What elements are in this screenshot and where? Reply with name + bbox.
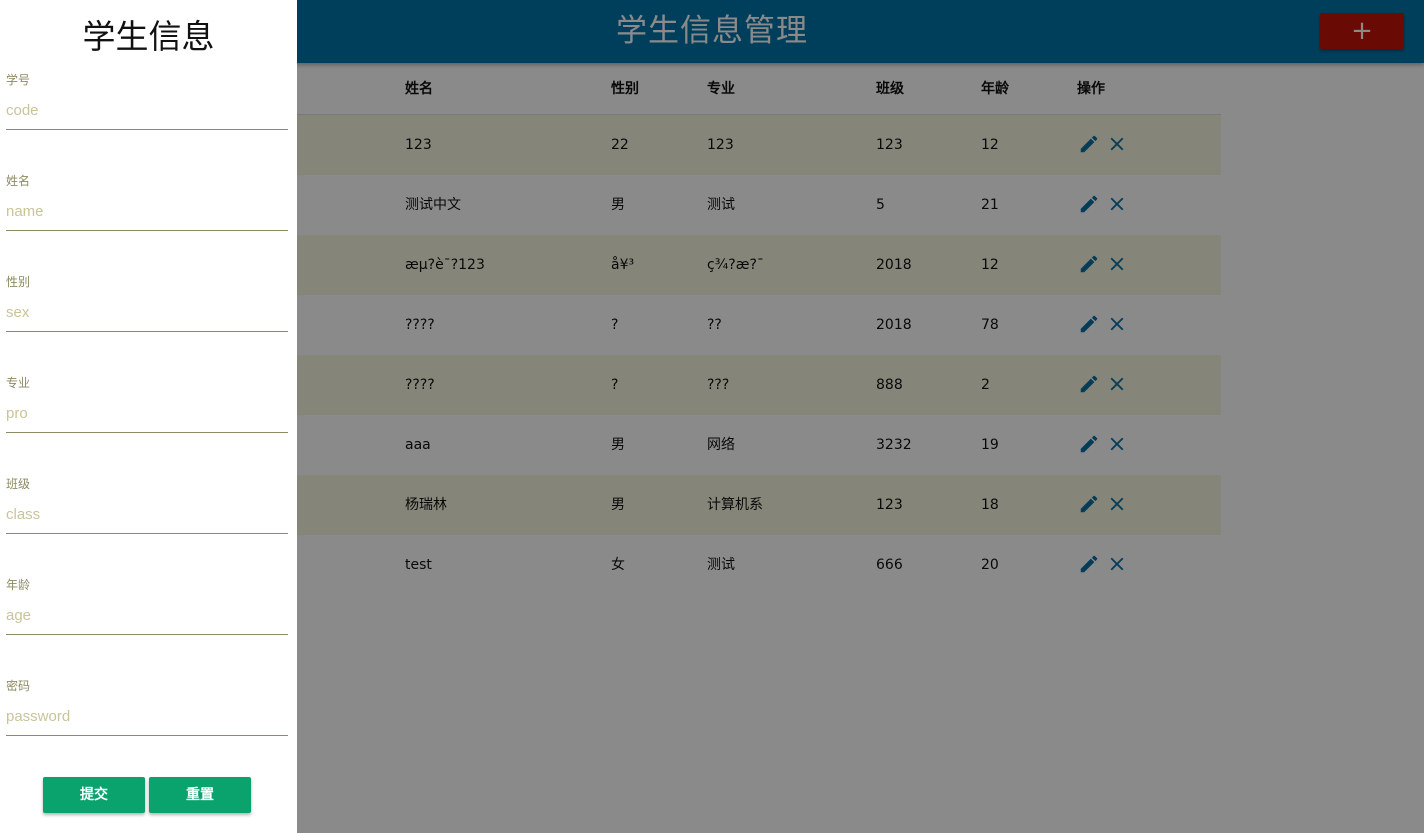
submit-button[interactable]: 提交 — [43, 777, 145, 813]
sex-input[interactable] — [6, 294, 288, 332]
field-age: 年龄 — [6, 578, 288, 638]
pro-input[interactable] — [6, 395, 288, 433]
field-name: 姓名 — [6, 174, 288, 234]
student-info-drawer: 学生信息 学号 姓名 性别 专业 班级 年龄 密码 提交 重置 — [0, 0, 297, 833]
field-label-name: 姓名 — [6, 174, 31, 188]
field-pro: 专业 — [6, 376, 288, 436]
field-label-password: 密码 — [6, 679, 31, 693]
field-label-age: 年龄 — [6, 578, 31, 592]
reset-button[interactable]: 重置 — [149, 777, 251, 813]
name-input[interactable] — [6, 193, 288, 231]
password-input[interactable] — [6, 698, 288, 736]
code-input[interactable] — [6, 92, 288, 130]
field-password: 密码 — [6, 679, 288, 739]
class-input[interactable] — [6, 496, 288, 534]
field-label-pro: 专业 — [6, 376, 31, 390]
field-code: 学号 — [6, 73, 288, 133]
drawer-title: 学生信息 — [82, 17, 215, 56]
field-class: 班级 — [6, 477, 288, 537]
field-label-class: 班级 — [6, 477, 31, 491]
age-input[interactable] — [6, 597, 288, 635]
field-label-code: 学号 — [6, 73, 31, 87]
field-sex: 性别 — [6, 275, 288, 335]
field-label-sex: 性别 — [6, 275, 31, 289]
